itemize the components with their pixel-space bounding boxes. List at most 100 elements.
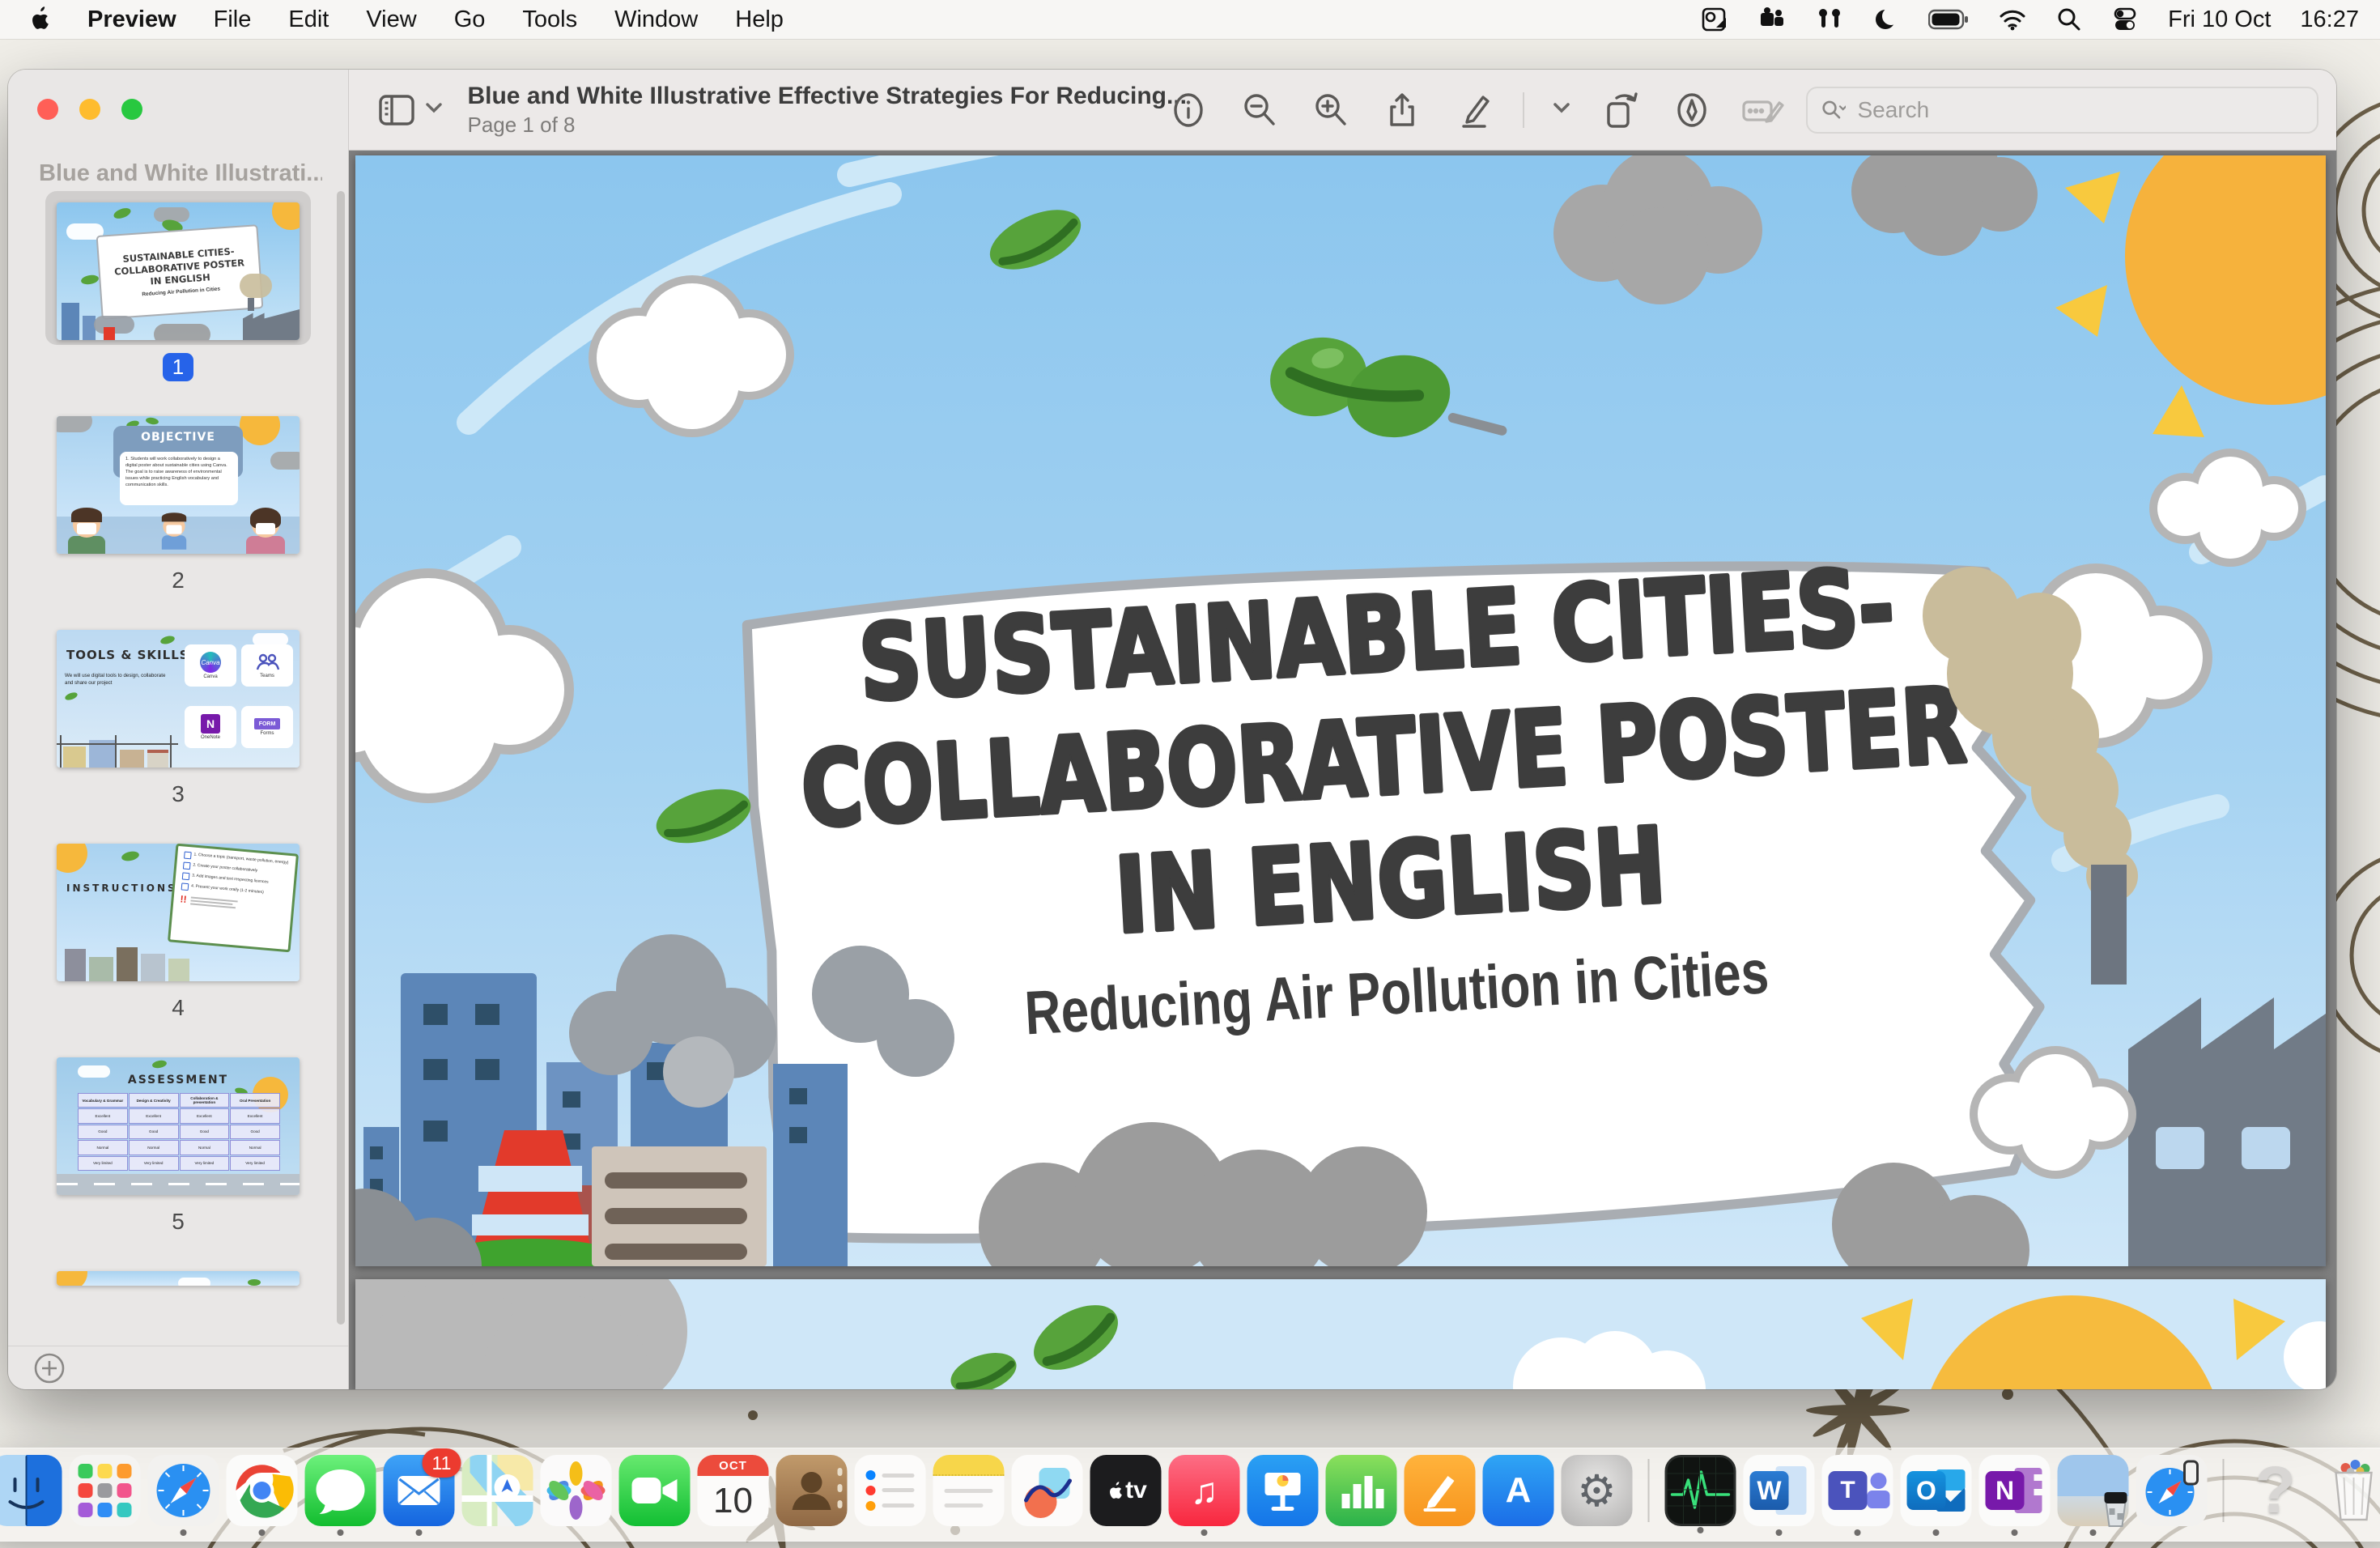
page-2[interactable] (355, 1279, 2326, 1389)
thumbnail-page-5[interactable]: ASSESSMENT Vocabulary & Grammar Excellen… (57, 1057, 300, 1195)
dock-maps[interactable] (462, 1455, 533, 1526)
markup-dropdown-chevron[interactable] (1552, 100, 1571, 119)
document-content[interactable]: SUSTAINABLE CITIES- COLLABORATIVE POSTER… (349, 151, 2336, 1389)
dock-missing-app[interactable]: ? (2240, 1455, 2311, 1526)
control-center-icon[interactable] (2111, 6, 2139, 32)
dock-messages[interactable] (305, 1455, 376, 1526)
dock-music[interactable]: ♫ (1169, 1455, 1240, 1526)
mini-cloud (270, 452, 300, 470)
zoom-out-button[interactable] (1238, 88, 1281, 132)
dock-freeform[interactable] (1012, 1455, 1083, 1526)
spotlight-icon[interactable] (2056, 6, 2082, 32)
focus-moon-icon[interactable] (1873, 6, 1899, 32)
thumbnail-page-6[interactable] (57, 1271, 300, 1286)
menu-item-tools[interactable]: Tools (522, 6, 577, 33)
page-1[interactable]: SUSTAINABLE CITIES- COLLABORATIVE POSTER… (355, 155, 2326, 1266)
page-indicator: Page 1 of 8 (467, 113, 1167, 138)
dock-safari[interactable] (148, 1455, 219, 1526)
document-title: Blue and White Illustrative Effective St… (467, 83, 1167, 110)
menu-item-help[interactable]: Help (735, 6, 784, 33)
sidebar-footer (8, 1346, 348, 1389)
text-annotation-button[interactable] (1741, 88, 1785, 132)
mini-objective-body: 1. Students will work collaboratively to… (120, 452, 238, 505)
thumbnail-item-5[interactable]: ASSESSMENT Vocabulary & Grammar Excellen… (8, 1046, 348, 1240)
mini-leaf (248, 1279, 261, 1286)
question-mark-icon: ? (2240, 1455, 2311, 1526)
thumbnail-item-1[interactable]: SUSTAINABLE CITIES- COLLABORATIVE POSTER… (8, 191, 348, 385)
dock-appstore[interactable]: A (1483, 1455, 1554, 1526)
battery-icon[interactable] (1928, 7, 1969, 32)
dock-mail[interactable]: 11 (384, 1455, 455, 1526)
airpods-status-icon[interactable] (1815, 6, 1844, 32)
thumbnail-item-3[interactable]: TOOLS & SKILLS We will use digital tools… (8, 619, 348, 813)
thumbnail-page-4[interactable]: INSTRUCTIONS 1. Choose a topic (transpor… (57, 844, 300, 981)
dock-outlook[interactable]: O (1901, 1455, 1972, 1526)
mini-subtitle: Reducing Air Pollution in Cities (142, 286, 220, 297)
thumbnail-item-4[interactable]: INSTRUCTIONS 1. Choose a topic (transpor… (8, 832, 348, 1027)
wifi-icon[interactable] (1998, 7, 2027, 32)
thumbnail-item-6[interactable] (8, 1260, 348, 1291)
calendar-month: OCT (698, 1455, 769, 1476)
dock-iphone-mirroring[interactable] (2136, 1455, 2208, 1526)
thumbnail-page-3[interactable]: TOOLS & SKILLS We will use digital tools… (57, 630, 300, 768)
menu-time[interactable]: 16:27 (2300, 6, 2359, 33)
menu-date[interactable]: Fri 10 Oct (2168, 6, 2271, 33)
dock-desktop-picture[interactable] (2058, 1455, 2129, 1526)
mini-cloud (178, 1278, 210, 1286)
info-button[interactable] (1167, 88, 1210, 132)
add-page-button[interactable] (32, 1351, 66, 1385)
dock-calendar[interactable]: OCT 10 (698, 1455, 769, 1526)
menu-item-edit[interactable]: Edit (288, 6, 329, 33)
menu-item-window[interactable]: Window (614, 6, 698, 33)
form-pen-button[interactable] (1670, 88, 1714, 132)
search-field[interactable] (1806, 87, 2318, 134)
dock-finder[interactable] (0, 1455, 62, 1526)
dock-teams[interactable]: T (1822, 1455, 1893, 1526)
mini-notebook: 1. Choose a topic (transport, waste poll… (168, 844, 299, 952)
dock-pages[interactable] (1405, 1455, 1476, 1526)
zoom-in-button[interactable] (1309, 88, 1353, 132)
dock-appletv[interactable]: tv (1090, 1455, 1162, 1526)
dock-contacts[interactable] (776, 1455, 848, 1526)
zoom-button[interactable] (121, 99, 142, 120)
menu-item-preview[interactable]: Preview (87, 6, 176, 33)
share-button[interactable] (1380, 88, 1424, 132)
dock-reminders[interactable] (855, 1455, 926, 1526)
dock-activity-monitor[interactable] (1665, 1455, 1736, 1526)
thumbnail-page-2[interactable]: OBJECTIVE 1. Students will work collabor… (57, 416, 300, 554)
dock-settings[interactable]: ⚙ (1562, 1455, 1633, 1526)
close-button[interactable] (37, 99, 58, 120)
dock-word[interactable]: W (1744, 1455, 1815, 1526)
dock-trash[interactable] (2318, 1455, 2380, 1526)
dock-keynote[interactable] (1247, 1455, 1319, 1526)
dock-onenote[interactable]: N (1979, 1455, 2051, 1526)
dock-chrome[interactable] (227, 1455, 298, 1526)
dock-facetime[interactable] (619, 1455, 691, 1526)
page-number-1: 1 (163, 348, 193, 385)
menu-item-go[interactable]: Go (454, 6, 486, 33)
dock-launchpad[interactable] (70, 1455, 141, 1526)
sidebar-scrollbar[interactable] (337, 191, 345, 1325)
mini-sun (57, 1271, 87, 1286)
mini-kid-boy (68, 512, 105, 554)
dock-notes[interactable] (933, 1455, 1005, 1526)
markup-pen-button[interactable] (1451, 88, 1495, 132)
menu-item-file[interactable]: File (214, 6, 252, 33)
teams-status-icon[interactable] (1758, 6, 1786, 32)
music-note-icon: ♫ (1169, 1455, 1240, 1526)
status-app-icon[interactable] (1702, 6, 1729, 32)
mini-smog (154, 324, 210, 340)
mini-tool-teams: Teams (241, 644, 293, 687)
search-input[interactable] (1855, 96, 2304, 124)
dock-numbers[interactable] (1326, 1455, 1397, 1526)
rotate-button[interactable] (1599, 88, 1643, 132)
dock-photos[interactable] (541, 1455, 612, 1526)
menu-item-view[interactable]: View (366, 6, 416, 33)
thumbnail-page-1[interactable]: SUSTAINABLE CITIES- COLLABORATIVE POSTER… (57, 202, 300, 340)
sidebar-toggle-button[interactable] (378, 88, 420, 132)
thumbnail-item-2[interactable]: OBJECTIVE 1. Students will work collabor… (8, 405, 348, 599)
apple-menu-icon[interactable] (24, 6, 50, 32)
minimize-button[interactable] (79, 99, 100, 120)
sidebar-toggle-chevron[interactable] (425, 101, 443, 118)
preview-window: Blue and White Illustrati... SUSTAINABLE (8, 70, 2336, 1389)
